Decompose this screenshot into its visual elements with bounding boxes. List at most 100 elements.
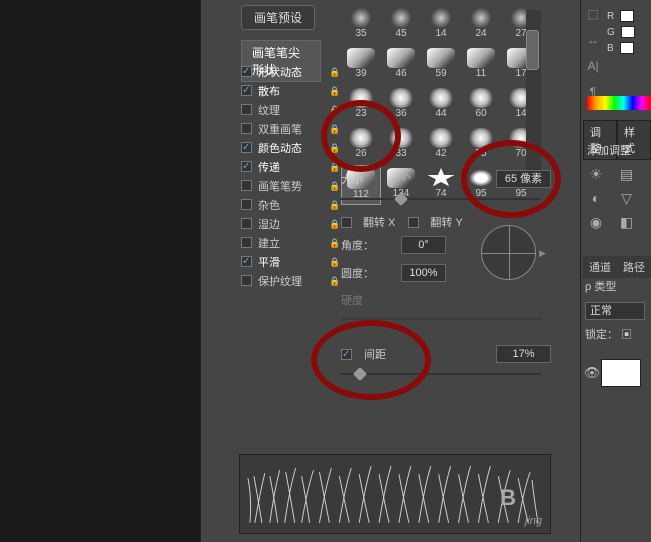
checkbox[interactable] <box>241 275 252 286</box>
tab-path[interactable]: 路径 <box>617 256 651 278</box>
preset-button[interactable]: 画笔预设 <box>241 5 315 30</box>
opt-smooth[interactable]: 平滑🔒 <box>231 252 336 271</box>
lock-icon[interactable]: 🔒 <box>329 238 339 248</box>
opt-noise[interactable]: 杂色🔒 <box>231 195 336 214</box>
checkbox[interactable] <box>241 142 252 153</box>
tool-icon[interactable]: ⬚ <box>583 2 603 26</box>
checkbox[interactable] <box>241 161 252 172</box>
opt-color-dynamics[interactable]: 颜色动态🔒 <box>231 138 336 157</box>
lock-icon[interactable]: 🔒 <box>329 105 339 115</box>
opt-scatter[interactable]: 散布🔒 <box>231 81 336 100</box>
checkbox[interactable] <box>241 199 252 210</box>
invert-icon[interactable]: ◧ <box>614 214 638 236</box>
brush-cell[interactable]: 33 <box>381 125 421 165</box>
checkbox[interactable] <box>241 85 252 96</box>
brush-cell[interactable]: 36 <box>381 85 421 125</box>
lock-icon[interactable]: 🔒 <box>329 276 339 286</box>
brush-cell[interactable]: 44 <box>421 85 461 125</box>
brush-cell[interactable]: 46 <box>381 45 421 85</box>
g-label: G <box>607 27 615 38</box>
brush-cell[interactable]: 55 <box>461 125 501 165</box>
g-swatch[interactable] <box>621 26 635 38</box>
channel-tabs: 通道路径 <box>583 256 651 278</box>
vibrance-icon[interactable]: ▽ <box>614 190 638 212</box>
tab-channel[interactable]: 通道 <box>583 256 617 278</box>
watermark-b: B <box>500 485 516 511</box>
checkbox[interactable] <box>241 104 252 115</box>
tool-column: ⬚ ↔ A| ¶ <box>581 0 605 106</box>
opt-transfer[interactable]: 传递🔒 <box>231 157 336 176</box>
size-input[interactable]: 65 像素 <box>496 170 551 188</box>
opt-dual[interactable]: 双重画笔🔒 <box>231 119 336 138</box>
checkbox[interactable] <box>241 66 252 77</box>
brush-cell[interactable]: 60 <box>461 85 501 125</box>
kind-filter[interactable]: ρ 类型 <box>585 278 616 294</box>
brush-cell[interactable]: 26 <box>341 125 381 165</box>
spacing-checkbox[interactable] <box>341 349 352 360</box>
hard-slider <box>341 318 541 320</box>
color-swatches: R G B <box>607 10 635 58</box>
spacing-slider[interactable] <box>341 373 541 375</box>
checkbox[interactable] <box>241 256 252 267</box>
checkbox[interactable] <box>241 218 252 229</box>
lock-icon[interactable]: 🔒 <box>329 86 339 96</box>
levels-icon[interactable]: ▤ <box>614 166 638 188</box>
dial-arrow-icon: ▶ <box>539 248 546 259</box>
brush-cell[interactable]: 11 <box>461 45 501 85</box>
spacing-label: 间距 <box>364 346 386 362</box>
brightness-icon[interactable]: ☀ <box>584 166 608 188</box>
brush-cell[interactable]: 24 <box>461 5 501 45</box>
size-slider[interactable] <box>341 198 541 200</box>
canvas-area <box>0 0 200 542</box>
opt-pose[interactable]: 画笔笔势🔒 <box>231 176 336 195</box>
spacing-input[interactable]: 17% <box>496 345 551 363</box>
lock-icon[interactable]: 🔒 <box>329 219 339 229</box>
exposure-icon[interactable]: ◐ <box>584 190 608 212</box>
brush-cell[interactable]: 59 <box>421 45 461 85</box>
opt-wetedge[interactable]: 湿边🔒 <box>231 214 336 233</box>
eye-icon[interactable]: 👁 <box>583 365 601 381</box>
angle-dial[interactable] <box>481 225 536 280</box>
brush-cell[interactable]: 35 <box>341 5 381 45</box>
checkbox[interactable] <box>241 237 252 248</box>
brush-preview: B jing <box>239 454 551 534</box>
opt-protect[interactable]: 保护纹理🔒 <box>231 271 336 290</box>
layer-thumbnail[interactable] <box>601 359 641 387</box>
lock-icon[interactable]: 🔒 <box>329 162 339 172</box>
tool-icon[interactable]: ↔ <box>583 28 603 52</box>
opt-texture[interactable]: 纹理🔒 <box>231 100 336 119</box>
brush-cell[interactable]: 14 <box>421 5 461 45</box>
lock-icon[interactable]: 🔒 <box>329 67 339 77</box>
brush-cell[interactable]: 39 <box>341 45 381 85</box>
opt-buildup[interactable]: 建立🔒 <box>231 233 336 252</box>
flip-y-label: 翻转 Y <box>430 214 462 230</box>
flip-y-checkbox[interactable] <box>408 217 419 228</box>
lock-label: 锁定： ▣ <box>585 326 632 342</box>
lock-icon[interactable]: 🔒 <box>329 124 339 134</box>
brush-cell[interactable]: 23 <box>341 85 381 125</box>
lock-icon[interactable]: 🔒 <box>329 143 339 153</box>
lock-icon[interactable]: 🔒 <box>329 200 339 210</box>
brush-cell[interactable]: 45 <box>381 5 421 45</box>
angle-input[interactable]: 0° <box>401 236 446 254</box>
layer-row[interactable]: 👁 <box>583 358 651 388</box>
checkbox[interactable] <box>241 180 252 191</box>
lock-icon[interactable]: ▣ <box>621 329 632 341</box>
checkbox[interactable] <box>241 123 252 134</box>
lock-icon[interactable]: 🔒 <box>329 257 339 267</box>
r-swatch[interactable] <box>620 10 634 22</box>
blend-mode[interactable]: 正常 <box>585 302 645 320</box>
flip-x-checkbox[interactable] <box>341 217 352 228</box>
brush-cell[interactable]: 42 <box>421 125 461 165</box>
right-panel: ⬚ ↔ A| ¶ R G B 调整样式 添加调整 ☀ ▤ ◐ ▽ ◉ ◧ 通道路… <box>580 0 651 542</box>
hue-strip[interactable] <box>587 96 651 110</box>
scrollbar[interactable] <box>526 10 541 175</box>
type-icon[interactable]: A| <box>583 54 603 78</box>
size-row: 大小 ↶ 65 像素 <box>341 170 551 188</box>
reset-icon[interactable]: ↶ <box>401 172 415 186</box>
photo-filter-icon[interactable]: ◉ <box>584 214 608 236</box>
b-swatch[interactable] <box>620 42 634 54</box>
round-input[interactable]: 100% <box>401 264 446 282</box>
lock-icon[interactable]: 🔒 <box>329 181 339 191</box>
opt-shape-dynamics[interactable]: 形状动态🔒 <box>231 62 336 81</box>
